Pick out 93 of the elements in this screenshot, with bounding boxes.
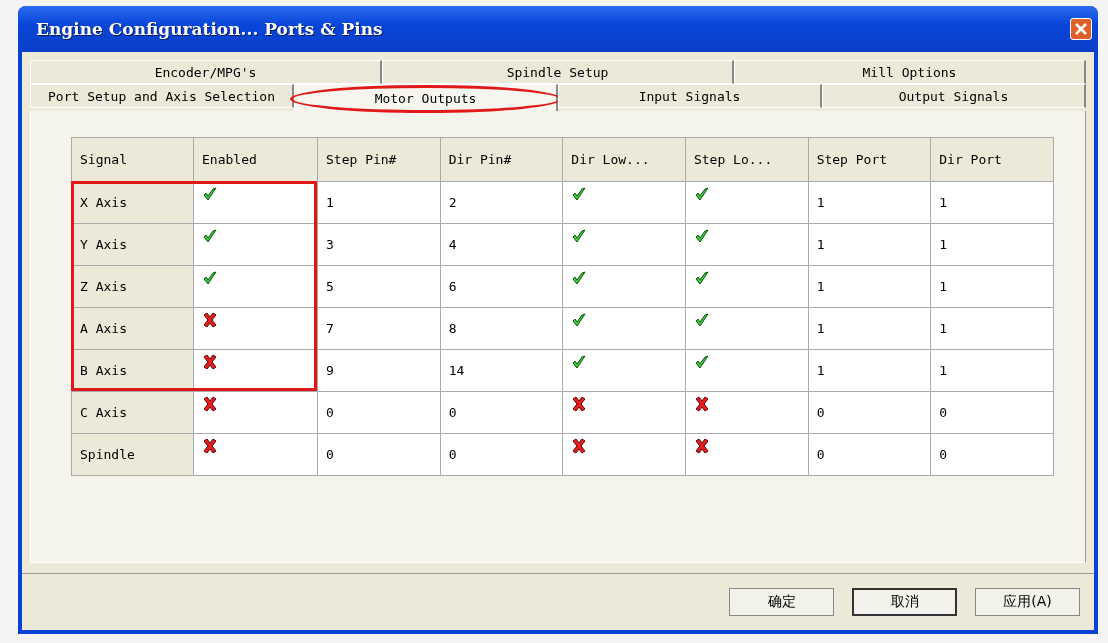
table-cell: 1	[808, 265, 931, 308]
cross-icon	[202, 312, 218, 328]
check-icon	[693, 270, 710, 286]
check-icon	[571, 312, 588, 328]
table-cell: 0	[440, 391, 563, 434]
flag-cell[interactable]	[562, 391, 686, 434]
dialog-button[interactable]: 取消	[852, 588, 957, 616]
check-icon	[571, 354, 588, 370]
check-icon	[693, 186, 710, 202]
row-header: Y Axis	[71, 223, 194, 266]
flag-cell[interactable]	[562, 307, 686, 350]
tab[interactable]: Spindle Setup	[382, 60, 734, 84]
table-cell: 0	[808, 433, 931, 476]
table-cell: 4	[440, 223, 563, 266]
row-header: Z Axis	[71, 265, 194, 308]
table-cell: 0	[930, 433, 1054, 476]
table-cell: 5	[317, 265, 441, 308]
dialog-button[interactable]: 确定	[729, 588, 834, 616]
check-icon	[571, 186, 588, 202]
check-icon	[571, 270, 588, 286]
table-cell: 1	[930, 307, 1054, 350]
table-cell: 0	[317, 433, 441, 476]
column-header[interactable]: Dir Port	[930, 137, 1054, 182]
cross-icon	[202, 438, 218, 454]
flag-cell[interactable]	[685, 223, 809, 266]
column-header[interactable]: Step Pin#	[317, 137, 441, 182]
tab[interactable]: Encoder/MPG's	[30, 60, 382, 84]
table-cell: 1	[930, 223, 1054, 266]
column-header[interactable]: Step Port	[808, 137, 931, 182]
flag-cell[interactable]	[685, 181, 809, 224]
table-cell: 1	[317, 181, 441, 224]
flag-cell[interactable]	[562, 223, 686, 266]
cross-icon	[693, 438, 710, 454]
close-button[interactable]	[1070, 18, 1092, 40]
tab[interactable]: Output Signals	[822, 84, 1086, 108]
flag-cell[interactable]	[193, 433, 318, 476]
check-icon	[571, 228, 588, 244]
table-cell: 1	[930, 349, 1054, 392]
table-cell: 1	[930, 181, 1054, 224]
column-header[interactable]: Signal	[71, 137, 194, 182]
tab[interactable]: Port Setup and Axis Selection	[30, 84, 294, 108]
table-cell: 1	[808, 223, 931, 266]
cross-icon	[571, 438, 588, 454]
column-header[interactable]: Step Lo...	[685, 137, 809, 182]
flag-cell[interactable]	[685, 349, 809, 392]
window-title: Engine Configuration... Ports & Pins	[36, 19, 383, 39]
close-icon	[1075, 23, 1087, 35]
table-cell: 2	[440, 181, 563, 224]
table-cell: 8	[440, 307, 563, 350]
tab[interactable]: Mill Options	[734, 60, 1086, 84]
table-cell: 3	[317, 223, 441, 266]
table-cell: 14	[440, 349, 563, 392]
table-cell: 1	[808, 307, 931, 350]
flag-cell[interactable]	[685, 265, 809, 308]
flag-cell[interactable]	[193, 307, 318, 350]
table-cell: 0	[440, 433, 563, 476]
dialog-button[interactable]: 应用(A)	[975, 588, 1080, 616]
check-icon	[202, 270, 218, 286]
column-header[interactable]: Dir Pin#	[440, 137, 563, 182]
check-icon	[693, 312, 710, 328]
table-cell: 1	[808, 181, 931, 224]
flag-cell[interactable]	[562, 265, 686, 308]
row-header: Spindle	[71, 433, 194, 476]
flag-cell[interactable]	[685, 433, 809, 476]
flag-cell[interactable]	[685, 307, 809, 350]
row-header: C Axis	[71, 391, 194, 434]
column-header[interactable]: Enabled	[193, 137, 318, 182]
flag-cell[interactable]	[685, 391, 809, 434]
check-icon	[693, 228, 710, 244]
column-header[interactable]: Dir Low...	[562, 137, 686, 182]
table-cell: 9	[317, 349, 441, 392]
table-cell: 0	[930, 391, 1054, 434]
table-cell: 6	[440, 265, 563, 308]
row-header: A Axis	[71, 307, 194, 350]
flag-cell[interactable]	[193, 265, 318, 308]
table-cell: 7	[317, 307, 441, 350]
table-cell: 0	[317, 391, 441, 434]
tab[interactable]: Input Signals	[558, 84, 822, 108]
table-cell: 1	[930, 265, 1054, 308]
table-cell: 1	[808, 349, 931, 392]
cross-icon	[571, 396, 588, 412]
flag-cell[interactable]	[193, 391, 318, 434]
cross-icon	[202, 396, 218, 412]
flag-cell[interactable]	[193, 223, 318, 266]
cross-icon	[202, 354, 218, 370]
flag-cell[interactable]	[562, 433, 686, 476]
check-icon	[693, 354, 710, 370]
check-icon	[202, 228, 218, 244]
cross-icon	[693, 396, 710, 412]
check-icon	[202, 186, 218, 202]
table-cell: 0	[808, 391, 931, 434]
flag-cell[interactable]	[562, 181, 686, 224]
flag-cell[interactable]	[562, 349, 686, 392]
